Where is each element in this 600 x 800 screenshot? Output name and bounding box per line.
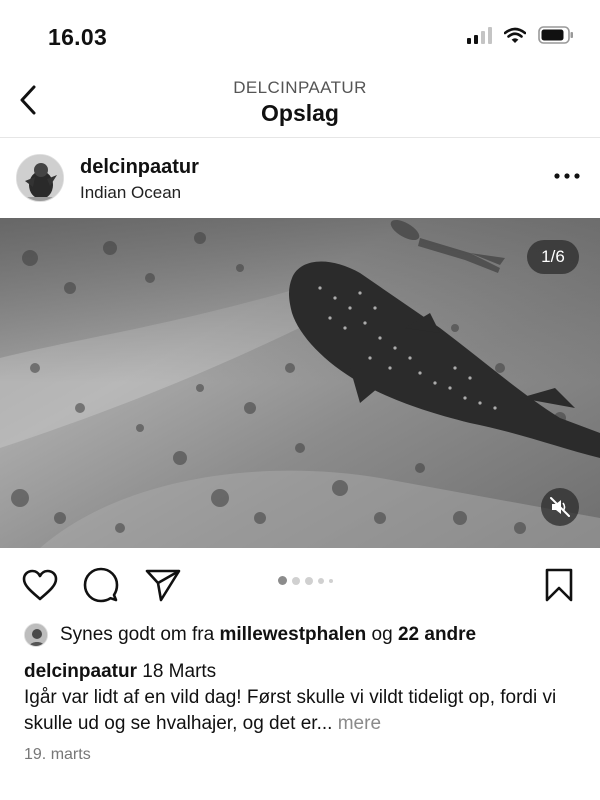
liker-avatar xyxy=(24,623,48,647)
status-time: 16.03 xyxy=(48,24,108,50)
caption-date: 18 Marts xyxy=(142,661,217,682)
status-icons xyxy=(467,26,574,44)
more-horizontal-icon xyxy=(554,173,580,179)
speaker-muted-icon xyxy=(550,497,570,517)
caption-header-line: delcinpaatur 18 Marts xyxy=(24,659,584,685)
more-options-button[interactable] xyxy=(552,164,582,188)
send-icon xyxy=(145,569,181,602)
caption-text: Igår var lidt af en vild dag! Først skul… xyxy=(24,687,557,734)
post-actions xyxy=(0,548,600,618)
caption-text-block: Igår var lidt af en vild dag! Først skul… xyxy=(24,685,584,737)
post-caption: delcinpaatur 18 Marts Igår var lidt af e… xyxy=(24,659,584,737)
wifi-icon xyxy=(504,27,526,43)
caption-more-link[interactable]: mere xyxy=(338,713,381,734)
likes-prefix: Synes godt om fra xyxy=(60,624,215,645)
header-subtitle: DELCINPAATUR xyxy=(233,78,367,97)
whale-shark-photo xyxy=(0,218,600,548)
liker-username[interactable]: millewestphalen xyxy=(219,624,366,646)
slide-counter: 1/6 xyxy=(527,240,579,274)
share-button[interactable] xyxy=(144,566,182,604)
slide-indicator xyxy=(278,576,333,585)
caption-username[interactable]: delcinpaatur xyxy=(24,661,137,682)
cellular-signal-icon xyxy=(467,26,492,44)
battery-icon xyxy=(538,26,573,44)
likes-summary[interactable]: Synes godt om fra millewestphalen og 22 … xyxy=(24,620,476,650)
save-button[interactable] xyxy=(540,566,578,604)
bookmark-icon xyxy=(545,568,573,602)
page-title: Opslag xyxy=(261,100,339,126)
mute-button[interactable] xyxy=(541,488,579,526)
comment-icon xyxy=(83,567,119,603)
status-bar: 16.03 xyxy=(0,0,600,62)
post-media[interactable]: 1/6 xyxy=(0,218,600,548)
post-date: 19. marts xyxy=(24,746,91,763)
nav-header: DELCINPAATUR Opslag xyxy=(0,62,600,138)
comment-button[interactable] xyxy=(82,566,120,604)
post-header: delcinpaatur Indian Ocean xyxy=(0,138,600,218)
heart-icon xyxy=(22,569,58,601)
avatar[interactable] xyxy=(16,154,64,202)
likes-connector: og xyxy=(371,624,393,645)
likes-others[interactable]: 22 andre xyxy=(398,624,476,646)
post-username[interactable]: delcinpaatur xyxy=(80,156,199,179)
post-location[interactable]: Indian Ocean xyxy=(80,183,181,203)
like-button[interactable] xyxy=(21,566,59,604)
